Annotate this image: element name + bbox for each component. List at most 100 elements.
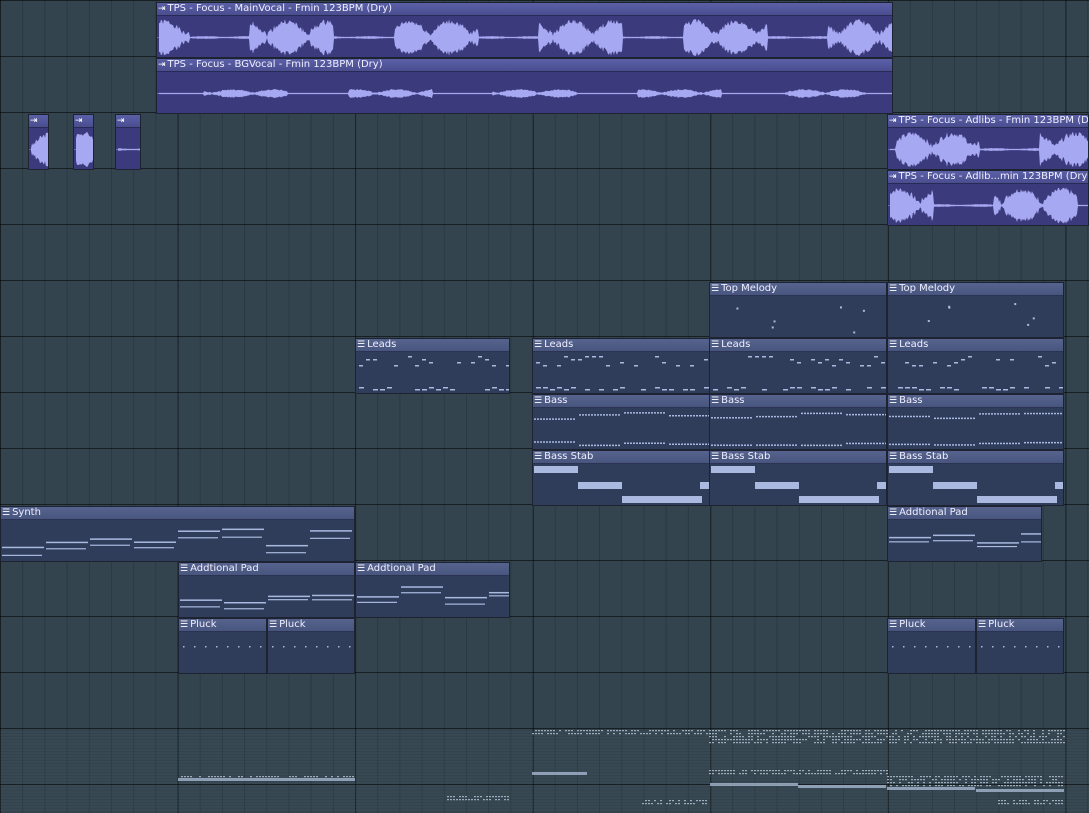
note-preview (534, 412, 709, 447)
automation-lanes[interactable] (0, 728, 1089, 813)
clip-label: Bass (721, 395, 745, 406)
pattern-clip[interactable]: ☰ Addtional Pad (355, 562, 510, 618)
pattern-clip[interactable]: ☰ Addtional Pad (178, 562, 355, 618)
clip-header[interactable]: ☰ Leads (888, 339, 1063, 352)
waveform (157, 19, 892, 56)
clip-label: Bass Stab (899, 451, 949, 462)
clip-label: Pluck (190, 619, 217, 630)
note-preview (359, 356, 509, 391)
pattern-clip[interactable]: ☰ Leads (355, 338, 510, 394)
clip-label: Addtional Pad (190, 563, 259, 574)
clip-header[interactable]: ☰ Addtional Pad (179, 563, 354, 576)
clip-header[interactable]: ⇥ TPS - Focus - MainVocal - Fmin 123BPM (… (157, 3, 892, 16)
clip-header[interactable]: ☰ Bass (888, 395, 1063, 408)
pattern-clip[interactable]: ☰ Top Melody (709, 282, 887, 338)
clip-header[interactable]: ☰ Bass (710, 395, 886, 408)
waveform (29, 132, 48, 167)
pattern-clip-icon: ☰ (889, 396, 898, 406)
clip-header[interactable]: ☰ Pluck (268, 619, 354, 632)
clip-header[interactable]: ☰ Synth (1, 507, 354, 520)
clip-header[interactable]: ☰ Leads (710, 339, 886, 352)
audio-clip-icon: ⇥ (30, 116, 38, 126)
pattern-clip-icon: ☰ (357, 340, 366, 350)
clip-header[interactable]: ☰ Leads (533, 339, 709, 352)
clip-header[interactable]: ☰ Bass Stab (888, 451, 1063, 464)
clip-header[interactable]: ⇥ (116, 115, 140, 128)
clip-label: Bass Stab (721, 451, 771, 462)
pattern-clip[interactable]: ☰ Top Melody (887, 282, 1064, 338)
audio-clip[interactable]: ⇥ TPS - Focus - BGVocal - Fmin 123BPM (Dr… (156, 58, 893, 114)
clip-header[interactable]: ⇥ (29, 115, 48, 128)
audio-clip-icon: ⇥ (158, 60, 166, 70)
pattern-clip[interactable]: ☰ Pluck (267, 618, 355, 674)
clip-label: Bass (544, 395, 568, 406)
clip-header[interactable]: ☰ Pluck (179, 619, 266, 632)
note-preview (711, 412, 886, 447)
pattern-clip[interactable]: ☰ Pluck (887, 618, 976, 674)
clip-header[interactable]: ☰ Top Melody (710, 283, 886, 296)
note-preview (981, 646, 1060, 648)
pattern-clip[interactable]: ☰ Bass (532, 394, 710, 450)
note-preview (183, 646, 262, 648)
audio-clip[interactable]: ⇥TPS - Focus - Adlib...min 123BPM (Dry) … (887, 170, 1089, 226)
pattern-clip[interactable]: ☰ Pluck (976, 618, 1064, 674)
clip-header[interactable]: ⇥ (74, 115, 93, 128)
clip-label: Addtional Pad (367, 563, 436, 574)
pattern-clip-icon: ☰ (357, 564, 366, 574)
pattern-clip[interactable]: ☰ Bass (709, 394, 887, 450)
note-preview (711, 466, 886, 503)
note-preview (736, 306, 865, 334)
clip-header[interactable]: ☰ Bass Stab (710, 451, 886, 464)
pattern-clip-icon: ☰ (889, 508, 898, 518)
pattern-clip[interactable]: ☰ Leads (887, 338, 1064, 394)
note-preview (357, 586, 509, 605)
pattern-clip-icon: ☰ (711, 396, 720, 406)
clip-header[interactable]: ☰ Bass Stab (533, 451, 709, 464)
pattern-clip[interactable]: ☰ Leads (532, 338, 710, 394)
pattern-clip[interactable]: ☰ Synth (0, 506, 355, 562)
pattern-clip[interactable]: ☰ Bass Stab (532, 450, 710, 506)
audio-clip-icon: ⇥ (75, 116, 83, 126)
clip-label: Leads (899, 339, 929, 350)
pattern-clip[interactable]: ☰ Pluck (178, 618, 267, 674)
clip-header[interactable]: ⇥ TPS - Focus - BGVocal - Fmin 123BPM (Dr… (157, 59, 892, 72)
note-preview (713, 356, 886, 391)
clip-label: Bass Stab (544, 451, 594, 462)
clip-header[interactable]: ☰ Bass (533, 395, 709, 408)
clip-label: TPS - Focus - Adlibs - Fmin 123BPM (Dry) (898, 115, 1088, 126)
pattern-clip[interactable]: ☰ Bass (887, 394, 1064, 450)
note-preview (534, 466, 709, 503)
pattern-clip[interactable]: ☰ Addtional Pad (887, 506, 1042, 562)
pattern-clip[interactable]: ☰ Bass Stab (709, 450, 887, 506)
clip-header[interactable]: ☰ Addtional Pad (888, 507, 1041, 520)
pattern-clip[interactable]: ☰ Bass Stab (887, 450, 1064, 506)
waveform (888, 187, 1088, 224)
waveform (116, 148, 140, 151)
pattern-clip[interactable]: ☰ Leads (709, 338, 887, 394)
clip-label: TPS - Focus - MainVocal - Fmin 123BPM (D… (167, 3, 393, 14)
pattern-clip-icon: ☰ (269, 620, 278, 630)
clip-header[interactable]: ⇥ TPS - Focus - Adlibs - Fmin 123BPM (Dry… (888, 115, 1088, 128)
pattern-clip-icon: ☰ (978, 620, 987, 630)
playlist-arrangement[interactable]: ⇥ TPS - Focus - MainVocal - Fmin 123BPM (… (0, 0, 1089, 813)
audio-clip[interactable]: ⇥ (115, 114, 141, 170)
note-preview (898, 356, 1063, 391)
waveform (888, 131, 1088, 168)
pattern-clip-icon: ☰ (889, 340, 898, 350)
pattern-clip-icon: ☰ (889, 620, 898, 630)
clip-header[interactable]: ☰ Top Melody (888, 283, 1063, 296)
pattern-clip-icon: ☰ (711, 452, 720, 462)
pattern-clip-icon: ☰ (889, 452, 898, 462)
audio-clip[interactable]: ⇥ (73, 114, 94, 170)
waveform (157, 88, 892, 99)
audio-clip[interactable]: ⇥ TPS - Focus - MainVocal - Fmin 123BPM (… (156, 2, 893, 58)
clip-header[interactable]: ⇥TPS - Focus - Adlib...min 123BPM (Dry) … (888, 171, 1088, 184)
clip-header[interactable]: ☰ Pluck (977, 619, 1063, 632)
audio-clip[interactable]: ⇥ (28, 114, 49, 170)
audio-clip-icon: ⇥ (889, 172, 897, 182)
audio-clip[interactable]: ⇥ TPS - Focus - Adlibs - Fmin 123BPM (Dry… (887, 114, 1089, 170)
clip-label: TPS - Focus - Adlib...min 123BPM (Dry) #… (898, 171, 1088, 182)
clip-header[interactable]: ☰ Pluck (888, 619, 975, 632)
clip-header[interactable]: ☰ Addtional Pad (356, 563, 509, 576)
clip-header[interactable]: ☰ Leads (356, 339, 509, 352)
